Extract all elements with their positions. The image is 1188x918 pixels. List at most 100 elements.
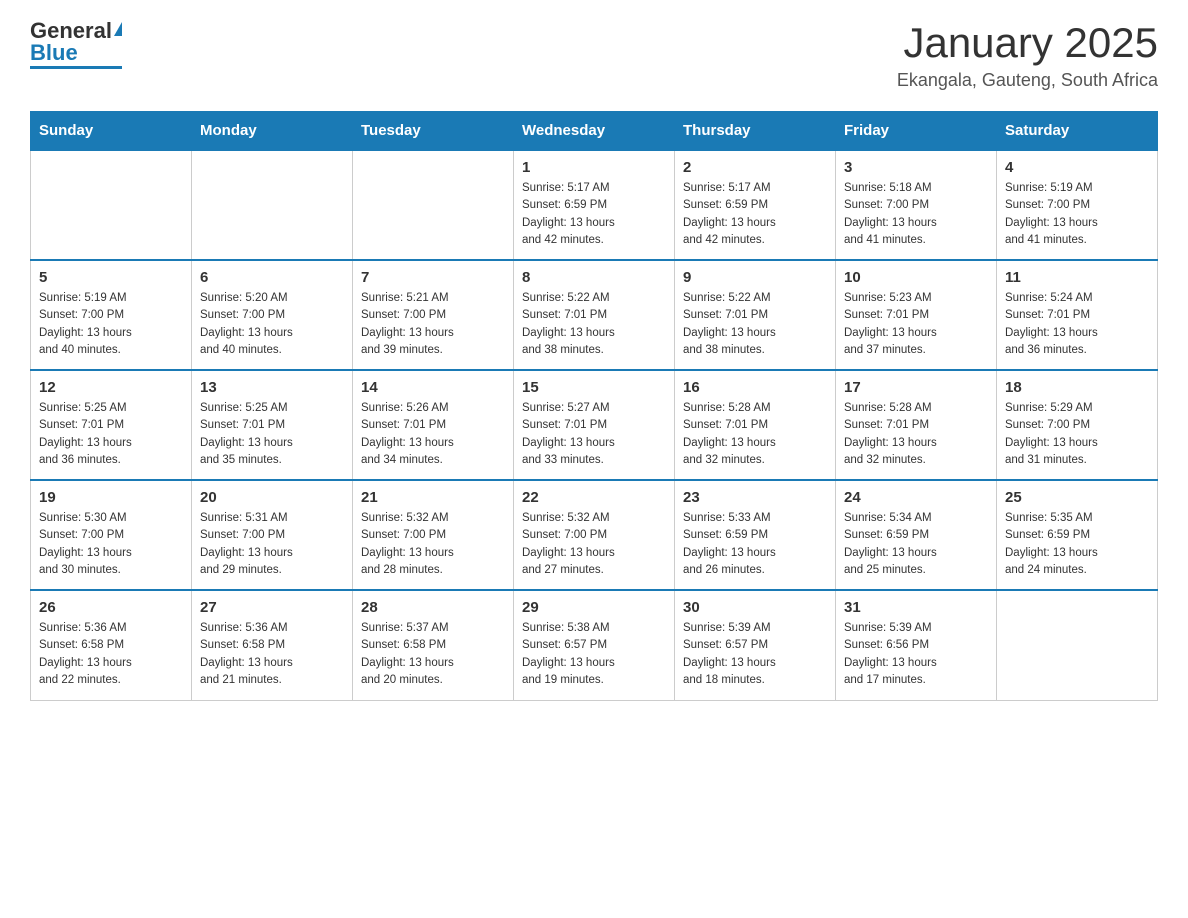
calendar-cell: 2 Sunrise: 5:17 AMSunset: 6:59 PMDaylight… (675, 150, 836, 260)
day-info: Sunrise: 5:36 AMSunset: 6:58 PMDaylight:… (200, 620, 344, 689)
calendar-header-thursday: Thursday (675, 112, 836, 151)
calendar-cell: 24 Sunrise: 5:34 AMSunset: 6:59 PMDayligh… (836, 480, 997, 590)
day-info: Sunrise: 5:37 AMSunset: 6:58 PMDaylight:… (361, 620, 505, 689)
logo-general-text: General (30, 20, 112, 42)
calendar-cell: 11 Sunrise: 5:24 AMSunset: 7:01 PMDayligh… (997, 260, 1158, 370)
day-info: Sunrise: 5:30 AMSunset: 7:00 PMDaylight:… (39, 510, 183, 579)
day-info: Sunrise: 5:22 AMSunset: 7:01 PMDaylight:… (683, 290, 827, 359)
calendar-header-friday: Friday (836, 112, 997, 151)
day-number: 13 (200, 379, 344, 396)
day-number: 30 (683, 599, 827, 616)
page-header: General Blue January 2025 Ekangala, Gaut… (30, 20, 1158, 91)
day-info: Sunrise: 5:28 AMSunset: 7:01 PMDaylight:… (844, 400, 988, 469)
day-info: Sunrise: 5:35 AMSunset: 6:59 PMDaylight:… (1005, 510, 1149, 579)
day-info: Sunrise: 5:19 AMSunset: 7:00 PMDaylight:… (39, 290, 183, 359)
day-number: 26 (39, 599, 183, 616)
day-info: Sunrise: 5:39 AMSunset: 6:56 PMDaylight:… (844, 620, 988, 689)
day-info: Sunrise: 5:17 AMSunset: 6:59 PMDaylight:… (683, 180, 827, 249)
calendar-cell: 29Sunrise: 5:38 AMSunset: 6:57 PMDayligh… (514, 590, 675, 700)
day-number: 20 (200, 489, 344, 506)
day-info: Sunrise: 5:29 AMSunset: 7:00 PMDaylight:… (1005, 400, 1149, 469)
day-number: 5 (39, 269, 183, 286)
day-info: Sunrise: 5:25 AMSunset: 7:01 PMDaylight:… (39, 400, 183, 469)
calendar-cell: 3 Sunrise: 5:18 AMSunset: 7:00 PMDaylight… (836, 150, 997, 260)
calendar-week-row: 1 Sunrise: 5:17 AMSunset: 6:59 PMDaylight… (31, 150, 1158, 260)
day-info: Sunrise: 5:39 AMSunset: 6:57 PMDaylight:… (683, 620, 827, 689)
calendar-cell (31, 150, 192, 260)
day-info: Sunrise: 5:31 AMSunset: 7:00 PMDaylight:… (200, 510, 344, 579)
month-title: January 2025 (897, 20, 1158, 66)
day-number: 2 (683, 159, 827, 176)
calendar-cell (192, 150, 353, 260)
calendar-cell: 14Sunrise: 5:26 AMSunset: 7:01 PMDayligh… (353, 370, 514, 480)
calendar-header-wednesday: Wednesday (514, 112, 675, 151)
location-title: Ekangala, Gauteng, South Africa (897, 70, 1158, 91)
calendar-week-row: 12Sunrise: 5:25 AMSunset: 7:01 PMDayligh… (31, 370, 1158, 480)
day-number: 4 (1005, 159, 1149, 176)
logo-triangle-icon (114, 22, 122, 36)
calendar-cell: 19Sunrise: 5:30 AMSunset: 7:00 PMDayligh… (31, 480, 192, 590)
calendar-header-sunday: Sunday (31, 112, 192, 151)
day-number: 23 (683, 489, 827, 506)
calendar-header-monday: Monday (192, 112, 353, 151)
calendar-cell: 8 Sunrise: 5:22 AMSunset: 7:01 PMDaylight… (514, 260, 675, 370)
calendar-cell: 16Sunrise: 5:28 AMSunset: 7:01 PMDayligh… (675, 370, 836, 480)
calendar-table: SundayMondayTuesdayWednesdayThursdayFrid… (30, 111, 1158, 701)
title-block: January 2025 Ekangala, Gauteng, South Af… (897, 20, 1158, 91)
calendar-week-row: 5 Sunrise: 5:19 AMSunset: 7:00 PMDaylight… (31, 260, 1158, 370)
calendar-cell: 13 Sunrise: 5:25 AMSunset: 7:01 PMDayligh… (192, 370, 353, 480)
calendar-cell: 28 Sunrise: 5:37 AMSunset: 6:58 PMDayligh… (353, 590, 514, 700)
day-number: 15 (522, 379, 666, 396)
calendar-cell: 10 Sunrise: 5:23 AMSunset: 7:01 PMDayligh… (836, 260, 997, 370)
day-info: Sunrise: 5:20 AMSunset: 7:00 PMDaylight:… (200, 290, 344, 359)
day-info: Sunrise: 5:19 AMSunset: 7:00 PMDaylight:… (1005, 180, 1149, 249)
day-info: Sunrise: 5:32 AMSunset: 7:00 PMDaylight:… (522, 510, 666, 579)
day-number: 27 (200, 599, 344, 616)
day-info: Sunrise: 5:18 AMSunset: 7:00 PMDaylight:… (844, 180, 988, 249)
calendar-header-row: SundayMondayTuesdayWednesdayThursdayFrid… (31, 112, 1158, 151)
day-number: 28 (361, 599, 505, 616)
day-info: Sunrise: 5:25 AMSunset: 7:01 PMDaylight:… (200, 400, 344, 469)
day-number: 3 (844, 159, 988, 176)
day-info: Sunrise: 5:24 AMSunset: 7:01 PMDaylight:… (1005, 290, 1149, 359)
day-number: 1 (522, 159, 666, 176)
logo-underline (30, 66, 122, 69)
calendar-week-row: 19Sunrise: 5:30 AMSunset: 7:00 PMDayligh… (31, 480, 1158, 590)
calendar-cell: 25 Sunrise: 5:35 AMSunset: 6:59 PMDayligh… (997, 480, 1158, 590)
calendar-cell: 31Sunrise: 5:39 AMSunset: 6:56 PMDayligh… (836, 590, 997, 700)
day-number: 7 (361, 269, 505, 286)
day-number: 10 (844, 269, 988, 286)
calendar-cell: 23Sunrise: 5:33 AMSunset: 6:59 PMDayligh… (675, 480, 836, 590)
calendar-cell: 1Sunrise: 5:17 AMSunset: 6:59 PMDaylight… (514, 150, 675, 260)
day-info: Sunrise: 5:26 AMSunset: 7:01 PMDaylight:… (361, 400, 505, 469)
day-number: 25 (1005, 489, 1149, 506)
day-number: 24 (844, 489, 988, 506)
day-info: Sunrise: 5:34 AMSunset: 6:59 PMDaylight:… (844, 510, 988, 579)
day-info: Sunrise: 5:36 AMSunset: 6:58 PMDaylight:… (39, 620, 183, 689)
day-info: Sunrise: 5:27 AMSunset: 7:01 PMDaylight:… (522, 400, 666, 469)
calendar-cell: 26 Sunrise: 5:36 AMSunset: 6:58 PMDayligh… (31, 590, 192, 700)
calendar-header-tuesday: Tuesday (353, 112, 514, 151)
calendar-cell: 20 Sunrise: 5:31 AMSunset: 7:00 PMDayligh… (192, 480, 353, 590)
calendar-cell (997, 590, 1158, 700)
day-number: 11 (1005, 269, 1149, 286)
day-number: 8 (522, 269, 666, 286)
day-number: 22 (522, 489, 666, 506)
calendar-cell: 4 Sunrise: 5:19 AMSunset: 7:00 PMDaylight… (997, 150, 1158, 260)
calendar-header-saturday: Saturday (997, 112, 1158, 151)
calendar-cell: 5 Sunrise: 5:19 AMSunset: 7:00 PMDaylight… (31, 260, 192, 370)
day-number: 9 (683, 269, 827, 286)
logo: General Blue (30, 20, 122, 69)
day-number: 6 (200, 269, 344, 286)
logo-blue-text: Blue (30, 42, 78, 64)
calendar-cell: 30 Sunrise: 5:39 AMSunset: 6:57 PMDayligh… (675, 590, 836, 700)
day-number: 29 (522, 599, 666, 616)
calendar-cell: 12Sunrise: 5:25 AMSunset: 7:01 PMDayligh… (31, 370, 192, 480)
day-info: Sunrise: 5:22 AMSunset: 7:01 PMDaylight:… (522, 290, 666, 359)
day-number: 16 (683, 379, 827, 396)
day-info: Sunrise: 5:23 AMSunset: 7:01 PMDaylight:… (844, 290, 988, 359)
day-info: Sunrise: 5:21 AMSunset: 7:00 PMDaylight:… (361, 290, 505, 359)
calendar-cell: 15 Sunrise: 5:27 AMSunset: 7:01 PMDayligh… (514, 370, 675, 480)
calendar-cell: 21Sunrise: 5:32 AMSunset: 7:00 PMDayligh… (353, 480, 514, 590)
day-info: Sunrise: 5:32 AMSunset: 7:00 PMDaylight:… (361, 510, 505, 579)
